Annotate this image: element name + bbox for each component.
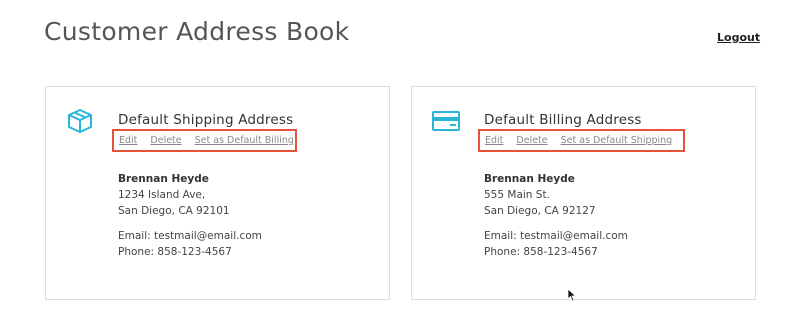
- billing-city-line: San Diego, CA 92127: [484, 205, 596, 217]
- billing-address-card: Default Billing Address Edit Delete Set …: [411, 86, 756, 300]
- billing-address-block: Brennan Heyde 555 Main St. San Diego, CA…: [484, 171, 596, 219]
- page-title: Customer Address Book: [44, 17, 350, 46]
- shipping-email: Email: testmail@email.com: [118, 230, 262, 242]
- billing-card-title: Default Billing Address: [484, 112, 642, 128]
- billing-name: Brennan Heyde: [484, 173, 575, 185]
- shipping-edit-link[interactable]: Edit: [119, 135, 137, 146]
- shipping-address-block: Brennan Heyde 1234 Island Ave, San Diego…: [118, 171, 230, 219]
- billing-edit-link[interactable]: Edit: [485, 135, 503, 146]
- shipping-contact-block: Email: testmail@email.com Phone: 858-123…: [118, 228, 262, 260]
- shipping-phone: Phone: 858-123-4567: [118, 246, 232, 258]
- billing-email: Email: testmail@email.com: [484, 230, 628, 242]
- billing-street: 555 Main St.: [484, 189, 550, 201]
- set-default-shipping-link[interactable]: Set as Default Shipping: [561, 135, 673, 146]
- set-default-billing-link[interactable]: Set as Default Billing: [195, 135, 294, 146]
- billing-delete-link[interactable]: Delete: [516, 135, 547, 146]
- shipping-city-line: San Diego, CA 92101: [118, 205, 230, 217]
- billing-actions: Edit Delete Set as Default Shipping: [478, 129, 685, 152]
- package-box-icon: [66, 107, 94, 135]
- shipping-address-card: Default Shipping Address Edit Delete Set…: [45, 86, 390, 300]
- address-book-page: Customer Address Book Logout Default Shi…: [0, 0, 792, 333]
- shipping-name: Brennan Heyde: [118, 173, 209, 185]
- credit-card-icon: [432, 107, 460, 135]
- billing-phone: Phone: 858-123-4567: [484, 246, 598, 258]
- logout-link[interactable]: Logout: [717, 31, 760, 44]
- billing-contact-block: Email: testmail@email.com Phone: 858-123…: [484, 228, 628, 260]
- shipping-card-title: Default Shipping Address: [118, 112, 294, 128]
- shipping-actions: Edit Delete Set as Default Billing: [112, 129, 297, 152]
- shipping-street: 1234 Island Ave,: [118, 189, 206, 201]
- shipping-delete-link[interactable]: Delete: [150, 135, 181, 146]
- mouse-pointer-icon: [567, 287, 577, 302]
